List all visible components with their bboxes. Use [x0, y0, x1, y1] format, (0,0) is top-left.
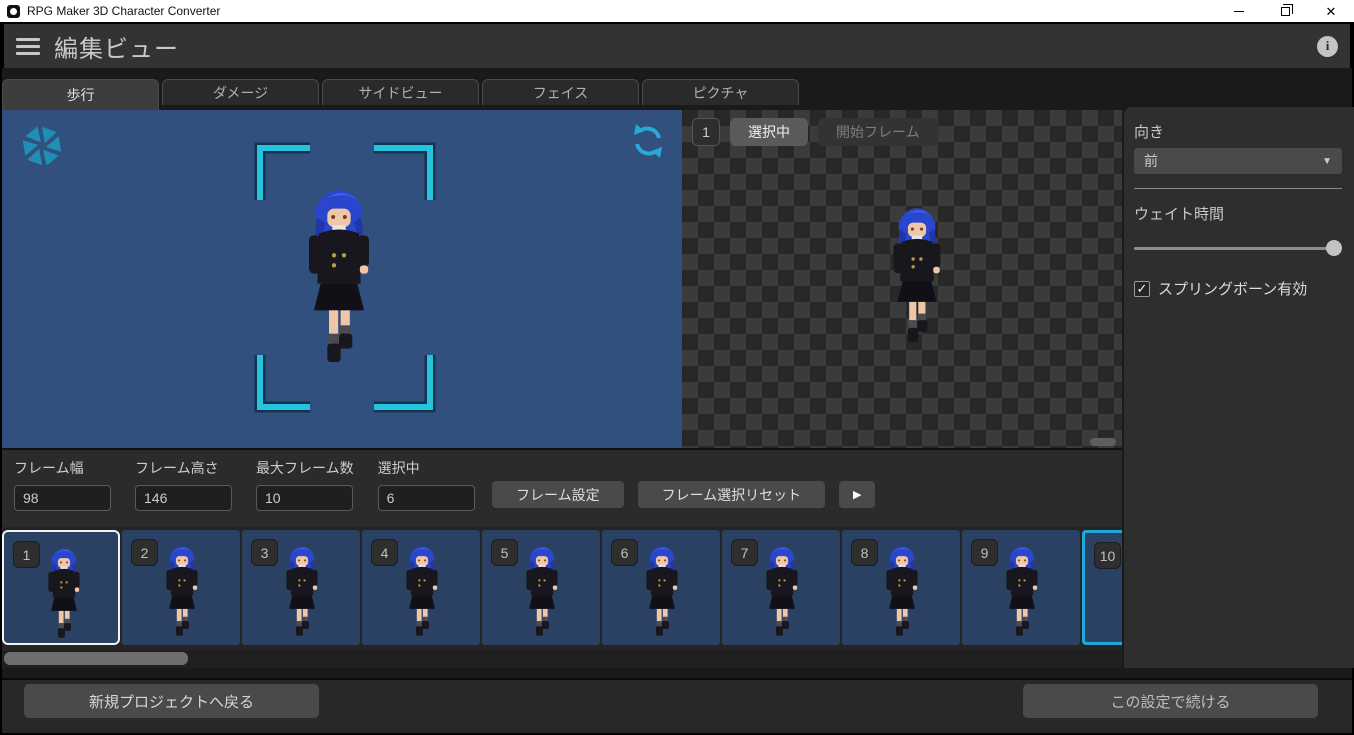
frame-reset-button[interactable]: フレーム選択リセット [638, 481, 826, 508]
info-button[interactable]: i [1317, 36, 1338, 57]
tab-3[interactable]: サイドビュー [322, 79, 479, 105]
frame-badge: 9 [971, 539, 998, 566]
spring-bone-checkbox[interactable]: ✓ [1134, 281, 1150, 297]
frame-fields: フレーム幅 フレーム高さ 最大フレーム数 選択中 [14, 458, 475, 511]
frame-character-sprite [878, 198, 956, 346]
slider-track [1134, 247, 1340, 250]
spring-bone-label: スプリングボーン有効 [1158, 278, 1307, 299]
character-model [289, 178, 389, 366]
selected-toggle[interactable]: 選択中 [730, 118, 808, 146]
frame-character-thumb [276, 540, 328, 638]
close-icon: ✕ [1326, 5, 1337, 18]
frame-tile-1[interactable]: 1 [2, 530, 120, 645]
frame-tile-5[interactable]: 5 [482, 530, 600, 645]
tab-2[interactable]: ダメージ [162, 79, 319, 105]
close-button[interactable]: ✕ [1308, 0, 1354, 22]
frame-character-thumb [636, 540, 688, 638]
play-button[interactable]: ▶ [839, 481, 875, 508]
chevron-down-icon: ▼ [1322, 156, 1332, 167]
app-icon [7, 5, 20, 18]
tab-strip: 歩行ダメージサイドビューフェイスピクチャ [2, 68, 1352, 110]
frame-tile-10[interactable]: 10 [1082, 530, 1122, 645]
app-window: RPG Maker 3D Character Converter ✕ 編集ビュー… [0, 0, 1354, 735]
back-to-project-button[interactable]: 新規プロジェクトへ戻る [24, 684, 319, 718]
titlebar: RPG Maker 3D Character Converter ✕ [0, 0, 1354, 22]
direction-value: 前 [1144, 151, 1158, 171]
frame-character-thumb [396, 540, 448, 638]
direction-label: 向き [1134, 121, 1354, 142]
field-3: 最大フレーム数 [256, 458, 354, 511]
play-icon: ▶ [853, 488, 861, 501]
minimize-button[interactable] [1216, 0, 1262, 22]
field-label: 選択中 [378, 458, 475, 478]
continue-button[interactable]: この設定で続ける [1023, 684, 1318, 718]
restore-icon [1281, 7, 1290, 16]
field-input[interactable] [135, 485, 232, 511]
divider [1134, 188, 1342, 189]
checker-scrollbar-fragment[interactable] [1090, 438, 1116, 446]
frame-badge: 4 [371, 539, 398, 566]
field-1: フレーム幅 [14, 458, 111, 511]
frame-number-box: 1 [692, 118, 720, 146]
frame-badge: 10 [1094, 542, 1121, 569]
field-2: フレーム高さ [135, 458, 232, 511]
character-preview-area [2, 110, 682, 448]
frame-badge: 8 [851, 539, 878, 566]
frame-transparency-area: 1 選択中 開始フレーム [682, 110, 1122, 448]
frame-badge: 2 [131, 539, 158, 566]
tab-1[interactable]: 歩行 [2, 79, 159, 110]
filmstrip-scrollbar[interactable] [2, 650, 1122, 668]
frame-character-thumb [38, 542, 90, 640]
field-input[interactable] [256, 485, 353, 511]
frame-controls-panel: フレーム幅フレーム高さ最大フレーム数選択中 フレーム設定 フレーム選択リセット … [2, 448, 1122, 527]
frame-tile-9[interactable]: 9 [962, 530, 1080, 645]
frame-character-thumb [1119, 543, 1122, 641]
frame-tile-7[interactable]: 7 [722, 530, 840, 645]
field-label: フレーム高さ [135, 458, 232, 478]
filmstrip: 1 2 3 4 5 6 7 8 9 10 [2, 527, 1122, 650]
frame-tile-2[interactable]: 2 [122, 530, 240, 645]
frame-badge: 5 [491, 539, 518, 566]
frame-badge: 1 [13, 541, 40, 568]
direction-dropdown[interactable]: 前 ▼ [1134, 148, 1342, 174]
tab-4[interactable]: フェイス [482, 79, 639, 105]
frame-tile-8[interactable]: 8 [842, 530, 960, 645]
frame-badge: 3 [251, 539, 278, 566]
menu-button[interactable] [16, 38, 40, 55]
tabs: 歩行ダメージサイドビューフェイスピクチャ [2, 79, 799, 110]
field-label: フレーム幅 [14, 458, 111, 478]
field-input[interactable] [378, 485, 475, 511]
frame-character-thumb [756, 540, 808, 638]
header: 編集ビュー i [2, 22, 1352, 68]
window-title: RPG Maker 3D Character Converter [27, 4, 220, 18]
frame-character-thumb [516, 540, 568, 638]
frame-tile-3[interactable]: 3 [242, 530, 360, 645]
slider-thumb[interactable] [1326, 240, 1342, 256]
frame-character-thumb [156, 540, 208, 638]
frame-character-thumb [876, 540, 928, 638]
frame-badge: 6 [611, 539, 638, 566]
tab-5[interactable]: ピクチャ [642, 79, 799, 105]
field-input[interactable] [14, 485, 111, 511]
settings-panel: 向き 前 ▼ ウェイト時間 ✓ スプリングボーン有効 [1124, 107, 1354, 668]
start-frame-toggle[interactable]: 開始フレーム [818, 118, 938, 146]
frame-badge: 7 [731, 539, 758, 566]
frame-tile-4[interactable]: 4 [362, 530, 480, 645]
frame-settings-button[interactable]: フレーム設定 [492, 481, 624, 508]
restore-button[interactable] [1262, 0, 1308, 22]
wait-time-slider[interactable] [1134, 240, 1340, 256]
field-4: 選択中 [378, 458, 475, 511]
page-title: 編集ビュー [54, 29, 179, 64]
field-label: 最大フレーム数 [256, 458, 354, 478]
frame-character-thumb [996, 540, 1048, 638]
scrollbar-thumb[interactable] [4, 652, 188, 665]
wait-time-label: ウェイト時間 [1134, 203, 1354, 224]
footer-bar: 新規プロジェクトへ戻る この設定で続ける [2, 678, 1352, 733]
minimize-icon [1234, 11, 1244, 12]
frame-tile-6[interactable]: 6 [602, 530, 720, 645]
